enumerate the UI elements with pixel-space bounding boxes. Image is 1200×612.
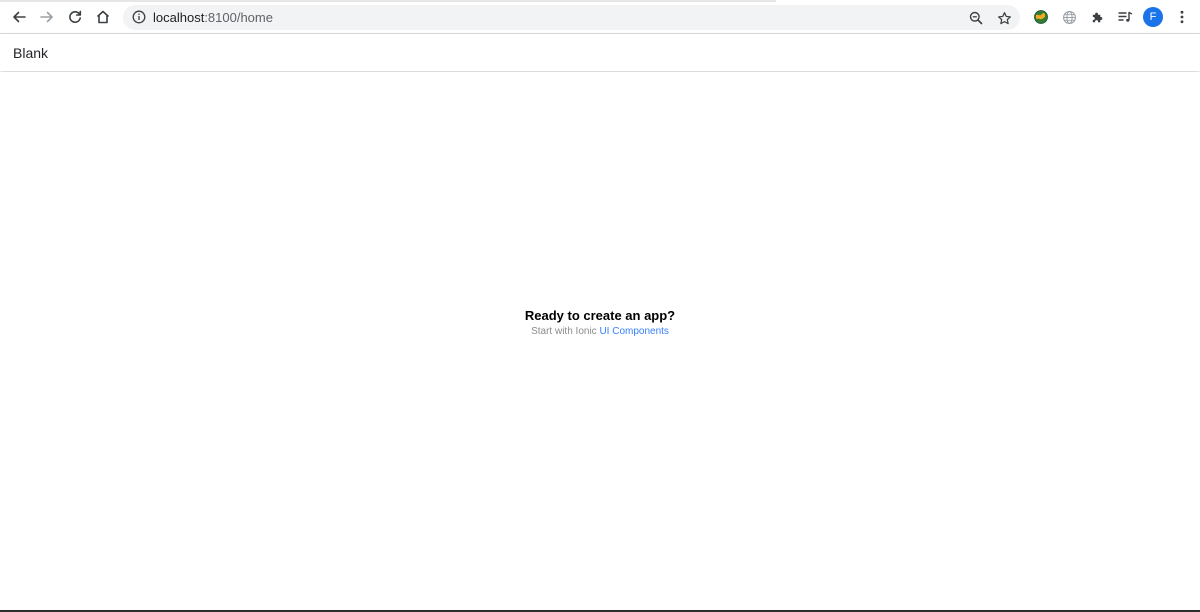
globe-colored-icon (1034, 10, 1048, 24)
media-control-button[interactable] (1115, 7, 1135, 27)
empty-state-subline: Start with Ionic UI Components (0, 325, 1200, 339)
empty-state-container: Ready to create an app? Start with Ionic… (0, 308, 1200, 339)
reload-icon (69, 10, 82, 23)
extension-globe-colored[interactable] (1031, 7, 1051, 27)
back-button[interactable] (7, 5, 31, 29)
extensions-button[interactable] (1087, 7, 1107, 27)
page-title: Blank (13, 45, 49, 61)
reload-button[interactable] (63, 5, 87, 29)
arrow-right-icon (40, 11, 53, 23)
subline-prefix: Start with Ionic (531, 326, 600, 337)
arrow-left-icon (13, 11, 26, 23)
url-text[interactable]: localhost:8100/home (153, 9, 273, 26)
ui-components-link[interactable]: UI Components (599, 326, 668, 337)
zoom-button[interactable] (967, 9, 985, 27)
app-header-toolbar: Blank (0, 34, 1200, 71)
playlist-icon (1118, 11, 1133, 22)
browser-toolbar: localhost:8100/home F (0, 0, 1200, 34)
bookmark-button[interactable] (995, 9, 1013, 27)
forward-button[interactable] (35, 5, 59, 29)
address-bar[interactable]: localhost:8100/home (123, 5, 1020, 30)
main-content: Ready to create an app? Start with Ionic… (0, 72, 1200, 610)
zoom-icon (969, 11, 983, 25)
loading-indicator (0, 0, 776, 2)
kebab-menu-icon (1180, 10, 1184, 24)
empty-state-headline: Ready to create an app? (524, 308, 676, 323)
globe-icon (1062, 10, 1076, 24)
home-button[interactable] (91, 5, 115, 29)
browser-menu-button[interactable] (1172, 7, 1192, 27)
home-icon (96, 10, 110, 24)
url-path: :8100/home (204, 10, 273, 25)
extension-globe[interactable] (1059, 7, 1079, 27)
url-host: localhost (153, 10, 205, 25)
puzzle-icon (1092, 12, 1102, 22)
profile-avatar[interactable]: F (1143, 7, 1163, 27)
info-icon[interactable] (132, 10, 146, 24)
star-icon (997, 11, 1011, 24)
